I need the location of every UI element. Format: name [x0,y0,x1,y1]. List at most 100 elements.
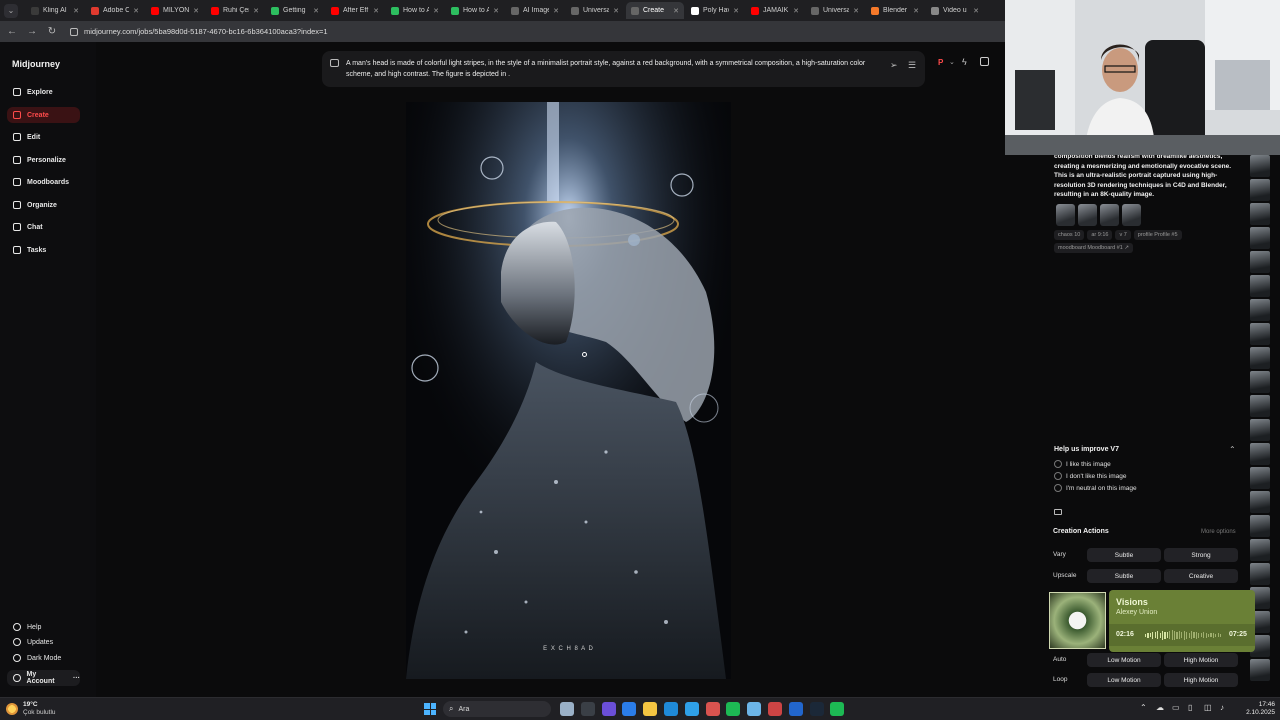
browser-tab[interactable]: After Eff ✕ [326,2,384,19]
parameter-chip[interactable]: ar 9:16 [1087,230,1113,240]
network-app-icon[interactable] [747,702,762,716]
close-icon[interactable]: ✕ [313,7,319,15]
browser-tab[interactable]: AI Image ✕ [506,2,564,19]
edge-icon[interactable] [664,702,678,716]
browser-tab[interactable]: Create ✕ [626,2,684,19]
close-icon[interactable]: ✕ [613,7,619,15]
task-view-icon[interactable] [580,702,595,716]
tablet-icon[interactable]: ▯ [1188,703,1192,712]
parameter-chip[interactable]: v 7 [1115,230,1131,240]
close-icon[interactable]: ✕ [853,7,859,15]
parameter-chip[interactable]: profile Profile #5 [1133,230,1182,240]
tray-overflow-icon[interactable]: ⌃ [1140,703,1147,712]
close-icon[interactable]: ✕ [733,7,739,15]
volume-icon[interactable]: ♪ [1220,703,1224,712]
browser-tab[interactable]: Getting ✕ [266,2,324,19]
sidebar-item-edit[interactable]: Edit [7,129,80,145]
action-button[interactable]: Creative [1164,569,1238,583]
taskbar-search[interactable]: ⌕ Ara [443,701,551,717]
browser-tab[interactable]: Poly Hav ✕ [686,2,744,19]
browser-tab[interactable]: Universa ✕ [566,2,624,19]
history-thumbnail[interactable] [1250,299,1270,321]
action-button[interactable]: High Motion [1164,653,1238,667]
history-thumbnail[interactable] [1250,251,1270,273]
spotify-icon[interactable] [726,702,741,716]
battery-icon[interactable]: ▭ [1172,703,1180,712]
close-icon[interactable]: ✕ [553,7,559,15]
network-icon[interactable]: ◫ [1204,703,1212,712]
reference-thumbnail[interactable] [1078,204,1097,226]
settings-icon[interactable]: ☰ [908,60,918,70]
action-button[interactable]: Low Motion [1087,653,1161,667]
history-thumbnail[interactable] [1250,659,1270,681]
browser-tab[interactable]: Blender ✕ [866,2,924,19]
feedback-option[interactable]: I like this image [1054,460,1111,468]
cloud-icon[interactable]: ☁ [1156,703,1164,712]
history-thumbnail[interactable] [1250,347,1270,369]
parameter-chip[interactable]: chaos 10 [1054,230,1085,240]
folder-icon[interactable] [1054,509,1062,515]
feedback-option[interactable]: I'm neutral on this image [1054,484,1137,492]
history-thumbnail[interactable] [1250,371,1270,393]
reference-thumbnail[interactable] [1100,204,1119,226]
clock[interactable]: 17:46 2.10.2025 [1241,701,1275,717]
store-icon[interactable] [684,702,699,716]
file-explorer-icon[interactable] [643,702,658,716]
parameter-chip[interactable]: moodboard Moodboard #1 ↗ [1054,243,1133,253]
browser-tab[interactable]: Video u ✕ [926,2,984,19]
sidebar-item-chat[interactable]: Chat [7,219,80,235]
chevron-up-icon[interactable]: ⌃ [1229,445,1236,454]
browser-tab[interactable]: Adobe C ✕ [86,2,144,19]
sidebar-item-tasks[interactable]: Tasks [7,242,80,258]
chevron-down-icon[interactable]: ⌄ [949,58,955,66]
history-thumbnail[interactable] [1250,515,1270,537]
close-icon[interactable]: ✕ [73,7,79,15]
weather-widget[interactable]: 19°C Çok bulutlu [6,701,56,717]
sidebar-item-updates[interactable]: Updates [7,634,80,650]
site-info-icon[interactable] [70,27,78,36]
close-icon[interactable]: ✕ [793,7,799,15]
action-button[interactable]: Strong [1164,548,1238,562]
prompt-bar[interactable]: A man's head is made of colorful light s… [322,51,925,87]
history-thumbnail[interactable] [1250,155,1270,177]
close-icon[interactable]: ✕ [193,7,199,15]
more-icon[interactable]: ··· [73,675,80,682]
browser-tab[interactable]: Universa ✕ [806,2,864,19]
profile-toggle-icon[interactable]: P [938,58,943,67]
app-icon[interactable] [705,702,720,716]
copilot-icon[interactable] [601,702,616,716]
feedback-option[interactable]: I don't like this image [1054,472,1127,480]
chrome-icon[interactable] [622,702,637,716]
widgets-icon[interactable] [560,702,574,716]
history-thumbnail[interactable] [1250,443,1270,465]
url-field[interactable]: midjourney.com/jobs/5ba98d0d-5187-4670-b… [70,27,328,36]
close-icon[interactable]: ✕ [433,7,439,15]
history-thumbnail[interactable] [1250,539,1270,561]
action-button[interactable]: High Motion [1164,673,1238,687]
history-thumbnail[interactable] [1250,275,1270,297]
history-thumbnail[interactable] [1250,203,1270,225]
reload-icon[interactable]: ↻ [46,26,58,37]
browser-tab[interactable]: MİLYON ✕ [146,2,204,19]
more-options-link[interactable]: More options [1201,529,1236,535]
close-icon[interactable]: ✕ [673,7,679,15]
history-thumbnail[interactable] [1250,467,1270,489]
brand-logo[interactable]: Midjourney [12,59,60,69]
browser-tab[interactable]: How to A ✕ [386,2,444,19]
app-icon[interactable] [788,702,803,716]
history-thumbnail[interactable] [1250,419,1270,441]
chat-mode-icon[interactable] [980,57,989,66]
action-button[interactable]: Subtle [1087,569,1161,583]
sidebar-item-explore[interactable]: Explore [7,84,80,100]
start-icon[interactable] [424,703,436,715]
close-icon[interactable]: ✕ [253,7,259,15]
browser-tab[interactable]: How to A ✕ [446,2,504,19]
browser-tab[interactable]: JAMAİK ✕ [746,2,804,19]
history-thumbnail[interactable] [1250,563,1270,585]
action-button[interactable]: Low Motion [1087,673,1161,687]
history-thumbnail[interactable] [1250,395,1270,417]
close-icon[interactable]: ✕ [913,7,919,15]
xbox-icon[interactable] [830,702,845,716]
history-thumbnail[interactable] [1250,323,1270,345]
waveform[interactable] [1145,630,1222,640]
